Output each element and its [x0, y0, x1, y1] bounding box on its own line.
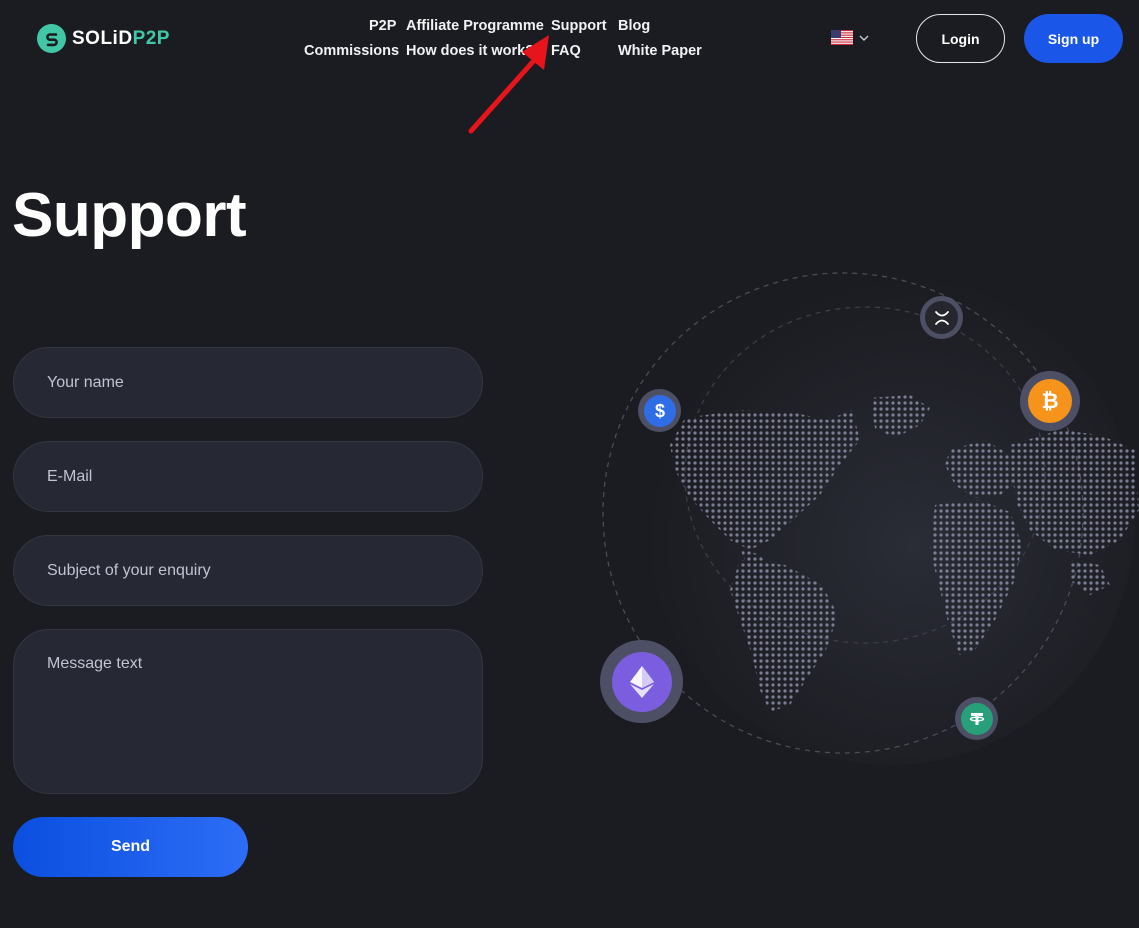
- language-selector[interactable]: [831, 30, 869, 45]
- tether-coin: [955, 697, 998, 740]
- logo-text-green: P2P: [132, 27, 170, 49]
- page-title: Support: [12, 181, 247, 250]
- bitcoin-coin: ₿: [1020, 371, 1080, 431]
- nav-white-paper[interactable]: White Paper: [618, 42, 702, 60]
- chevron-down-icon: [859, 35, 869, 41]
- email-input[interactable]: [13, 441, 483, 512]
- nav-commissions[interactable]: Commissions: [304, 42, 399, 60]
- name-input[interactable]: [13, 347, 483, 418]
- login-button[interactable]: Login: [916, 14, 1005, 63]
- logo-text-white: SOLiD: [72, 27, 133, 49]
- message-textarea[interactable]: [13, 629, 483, 794]
- usd-coin-icon: $: [643, 394, 676, 427]
- us-flag-icon: [831, 30, 853, 45]
- ripple-icon: [925, 301, 958, 334]
- red-arrow-annotation: [468, 35, 549, 134]
- ripple-coin: [920, 296, 963, 339]
- svg-text:₿: ₿: [1041, 390, 1058, 413]
- ethereum-coin: [600, 640, 683, 723]
- signup-button[interactable]: Sign up: [1024, 14, 1123, 63]
- nav-p2p[interactable]: P2P: [369, 17, 396, 35]
- subject-input[interactable]: [13, 535, 483, 606]
- support-page: SOLiD P2P P2P Affiliate Programme Support…: [0, 0, 1139, 928]
- bitcoin-icon: ₿: [1028, 379, 1072, 423]
- usd-coin: $: [638, 389, 681, 432]
- svg-text:$: $: [654, 401, 664, 421]
- logo-mark-icon: [37, 24, 66, 53]
- nav-blog[interactable]: Blog: [618, 17, 650, 35]
- ethereum-icon: [611, 651, 672, 712]
- tether-icon: [960, 702, 993, 735]
- solidp2p-logo[interactable]: SOLiD P2P: [37, 24, 170, 53]
- send-button[interactable]: Send: [13, 817, 248, 877]
- world-globe-illustration: ₿ $: [590, 250, 1139, 790]
- logo-text: SOLiD P2P: [72, 28, 170, 50]
